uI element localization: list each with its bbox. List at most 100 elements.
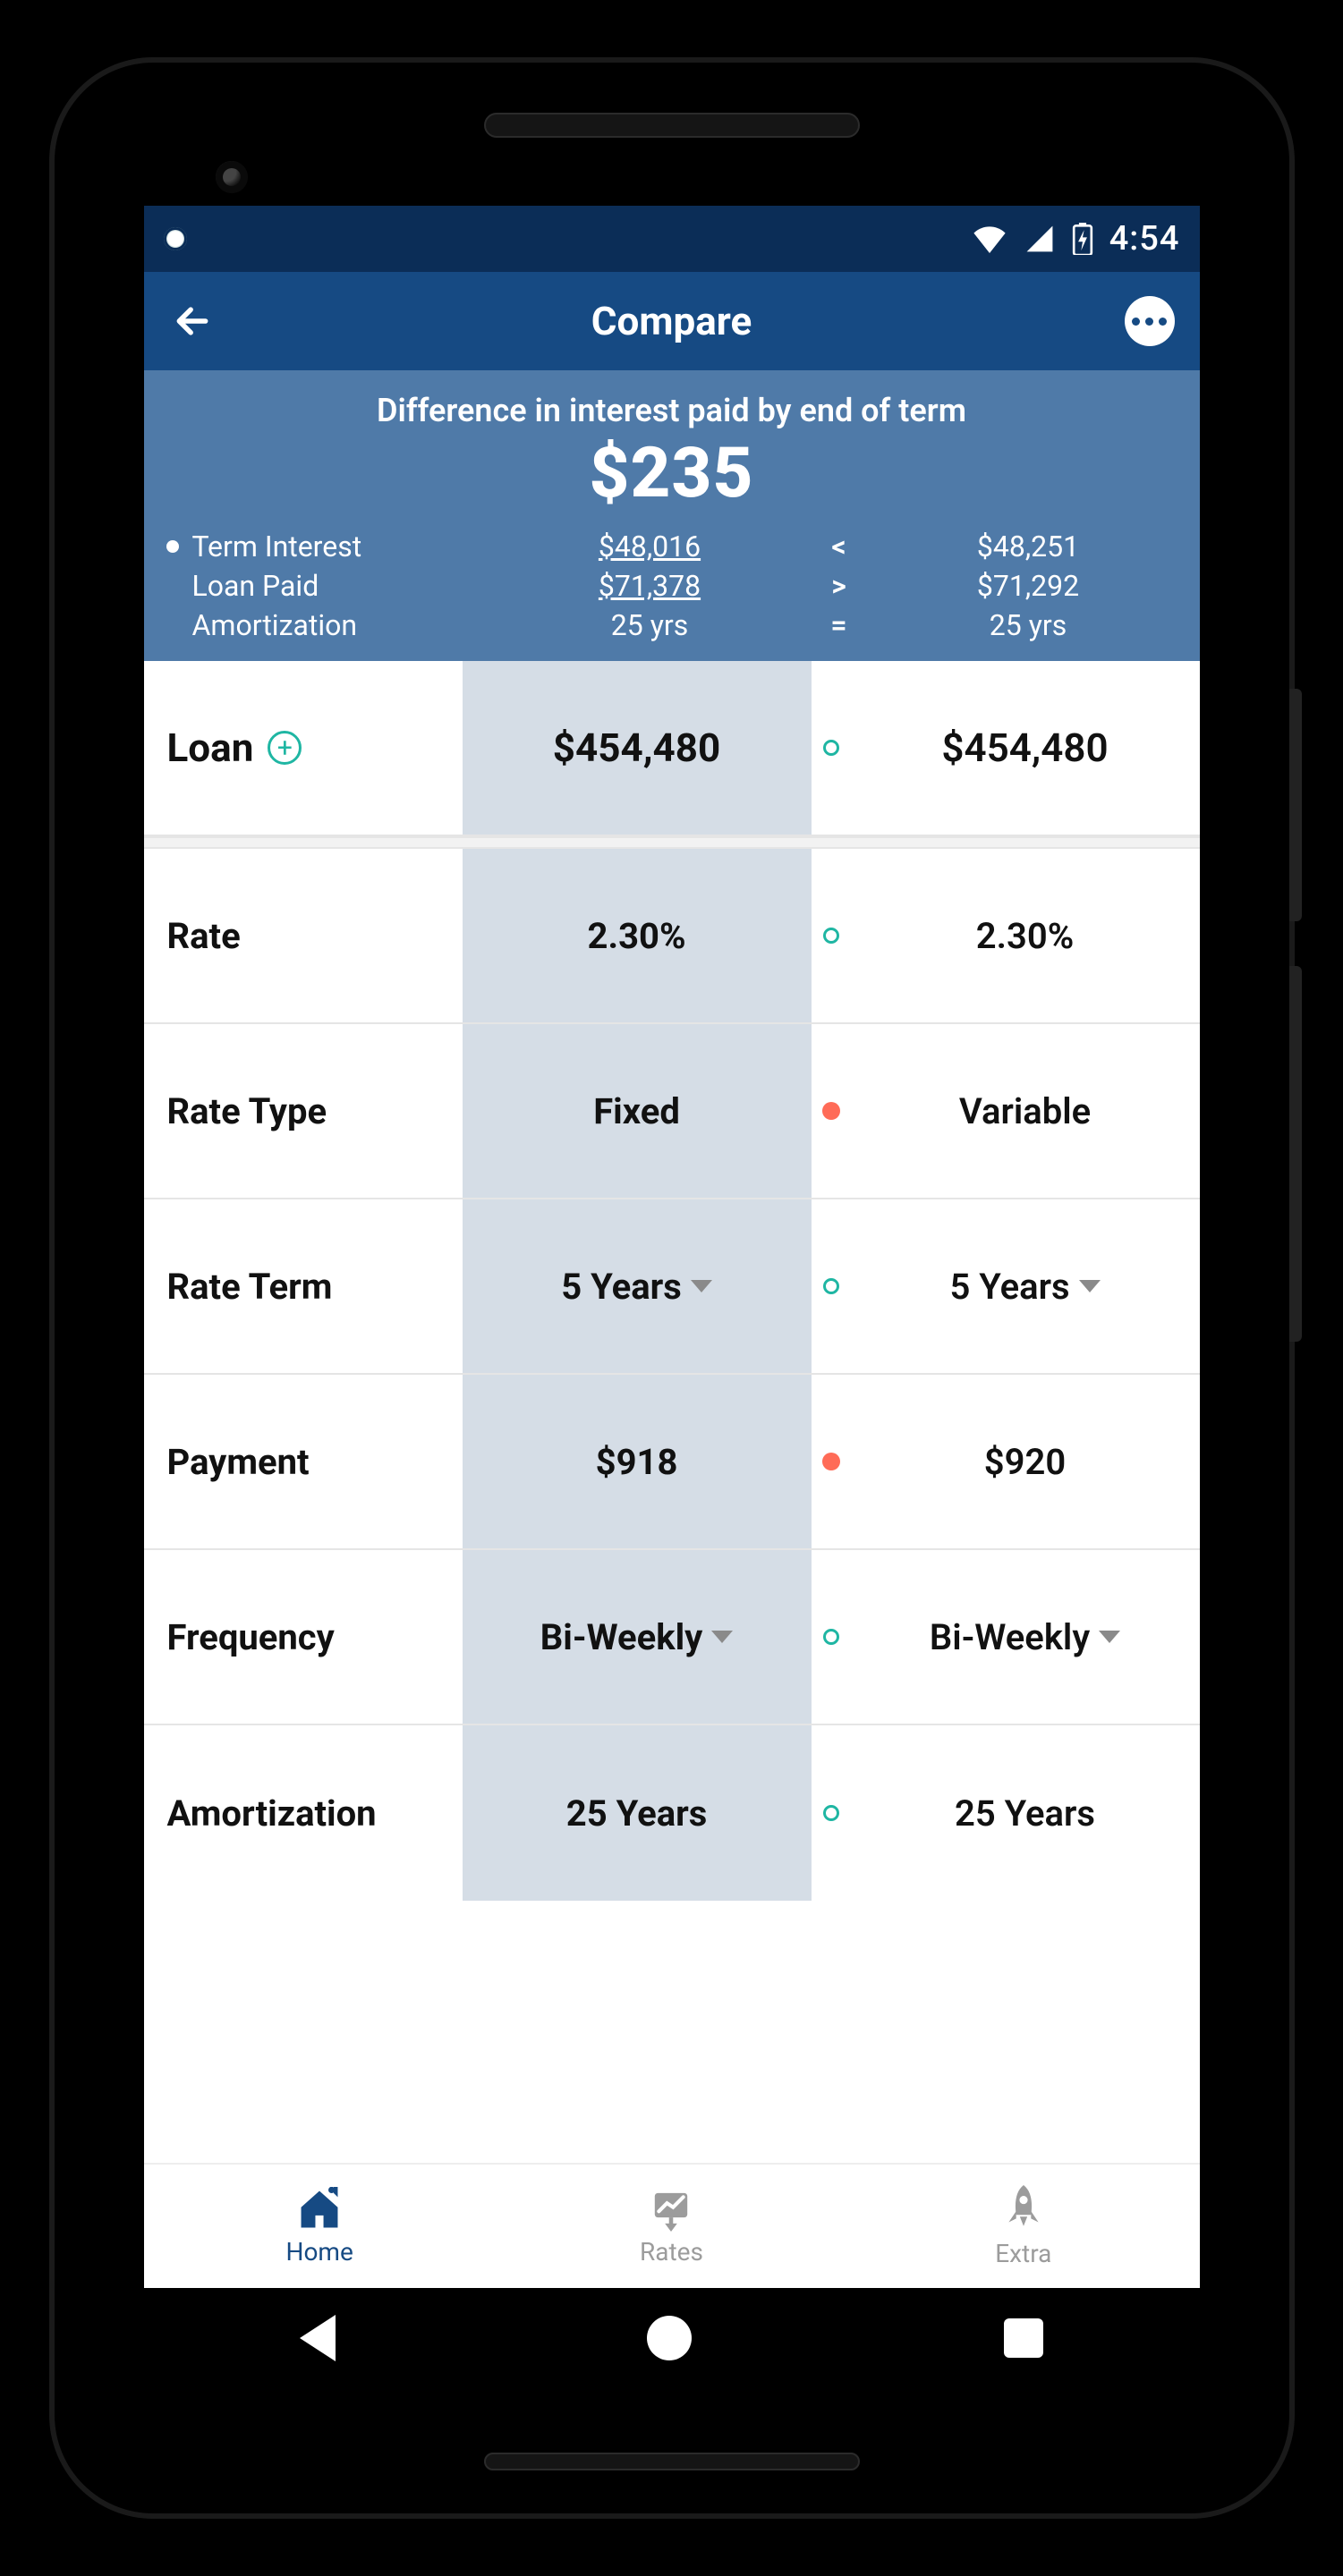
same-icon bbox=[823, 740, 839, 756]
rate-option-a[interactable]: 2.30% bbox=[463, 849, 812, 1022]
different-icon bbox=[822, 1453, 840, 1470]
add-loan-button[interactable]: + bbox=[268, 731, 302, 765]
phone-front-camera bbox=[216, 161, 248, 193]
dots-icon bbox=[1145, 318, 1153, 326]
summary-row-value-b: $71,292 bbox=[866, 569, 1191, 603]
diff-indicator bbox=[812, 740, 851, 756]
home-icon bbox=[294, 2187, 344, 2232]
cell-value: $920 bbox=[984, 1441, 1066, 1483]
phone-bottom-strip bbox=[484, 2453, 860, 2470]
bottom-tabs: Home Rates bbox=[144, 2163, 1200, 2288]
diff-indicator bbox=[812, 1102, 851, 1120]
cell-value: 5 Years bbox=[561, 1266, 682, 1308]
tab-rates[interactable]: Rates bbox=[496, 2165, 847, 2288]
summary-amount: $235 bbox=[153, 433, 1191, 514]
tab-extra[interactable]: Extra bbox=[847, 2165, 1199, 2288]
loan-option-a[interactable]: $454,480 bbox=[463, 661, 812, 835]
same-icon bbox=[823, 1805, 839, 1821]
summary-row-comparator: < bbox=[812, 530, 866, 564]
cell-value: 2.30% bbox=[976, 915, 1074, 957]
row-bullet-icon bbox=[166, 540, 179, 553]
same-icon bbox=[823, 928, 839, 944]
cell-value: Variable bbox=[959, 1090, 1091, 1132]
same-icon bbox=[823, 1629, 839, 1645]
android-recents-button[interactable] bbox=[1004, 2318, 1043, 2358]
diff-indicator bbox=[812, 1453, 851, 1470]
row-label: Rate bbox=[167, 915, 241, 957]
more-menu-button[interactable] bbox=[1125, 296, 1175, 346]
cell-value: 25 Years bbox=[566, 1792, 708, 1835]
rocket-icon bbox=[1003, 2185, 1044, 2233]
cell-value: Fixed bbox=[593, 1090, 680, 1132]
summary-row-value-a: 25 yrs bbox=[488, 608, 812, 642]
android-nav-bar bbox=[144, 2288, 1200, 2388]
row-loan: Loan + $454,480 $454,480 bbox=[144, 661, 1200, 836]
row-label: Rate Term bbox=[167, 1266, 333, 1308]
page-title: Compare bbox=[144, 298, 1200, 344]
cell-value: Bi-Weekly bbox=[930, 1616, 1090, 1658]
rates-icon bbox=[646, 2187, 696, 2232]
row-amortization: Amortization 25 Years 25 Years bbox=[144, 1725, 1200, 1901]
wifi-icon bbox=[972, 225, 1007, 253]
summary-row-value-a[interactable]: $48,016 bbox=[488, 530, 812, 564]
rate-term-select-b[interactable]: 5 Years bbox=[851, 1266, 1200, 1308]
summary-row-label: Amortization bbox=[192, 608, 488, 642]
frequency-select-a[interactable]: Bi-Weekly bbox=[463, 1550, 812, 1724]
summary-row-value-b: 25 yrs bbox=[866, 608, 1191, 642]
row-label: Frequency bbox=[167, 1616, 335, 1658]
amortization-option-a[interactable]: 25 Years bbox=[463, 1725, 812, 1901]
chevron-down-icon bbox=[691, 1280, 712, 1292]
tab-label: Home bbox=[285, 2237, 353, 2267]
summary-row-comparator: > bbox=[812, 569, 866, 603]
summary-row-label: Term Interest bbox=[192, 530, 488, 564]
summary-row-value-a[interactable]: $71,378 bbox=[488, 569, 812, 603]
app-bar: Compare bbox=[144, 272, 1200, 370]
summary-panel: Difference in interest paid by end of te… bbox=[144, 370, 1200, 661]
summary-row-comparator: = bbox=[812, 608, 866, 642]
frequency-select-b[interactable]: Bi-Weekly bbox=[851, 1616, 1200, 1658]
phone-side-button bbox=[1289, 966, 1302, 1342]
summary-row-term-interest[interactable]: Term Interest $48,016 < $48,251 bbox=[153, 527, 1191, 566]
diff-indicator bbox=[812, 1629, 851, 1645]
cell-value: Bi-Weekly bbox=[540, 1616, 703, 1658]
section-divider bbox=[144, 836, 1200, 849]
dots-icon bbox=[1159, 318, 1167, 326]
rate-option-b[interactable]: 2.30% bbox=[851, 915, 1200, 957]
battery-charging-icon bbox=[1072, 223, 1093, 255]
row-rate: Rate 2.30% 2.30% bbox=[144, 849, 1200, 1024]
phone-side-button bbox=[1289, 689, 1302, 921]
phone-earpiece bbox=[484, 113, 860, 138]
cell-value: 25 Years bbox=[955, 1792, 1095, 1835]
cell-value: 5 Years bbox=[949, 1266, 1069, 1308]
cell-value: $454,480 bbox=[941, 724, 1108, 771]
summary-row-amortization[interactable]: Amortization 25 yrs = 25 yrs bbox=[153, 606, 1191, 645]
row-payment: Payment $918 $920 bbox=[144, 1375, 1200, 1550]
dots-icon bbox=[1132, 318, 1140, 326]
status-clock: 4:54 bbox=[1109, 219, 1180, 258]
screen: 4:54 Compare Difference in interest paid… bbox=[144, 206, 1200, 2388]
rate-type-option-a[interactable]: Fixed bbox=[463, 1024, 812, 1198]
android-back-button[interactable] bbox=[300, 2315, 336, 2361]
android-home-button[interactable] bbox=[647, 2316, 692, 2360]
tab-home[interactable]: Home bbox=[144, 2165, 496, 2288]
summary-headline: Difference in interest paid by end of te… bbox=[153, 392, 1191, 429]
rate-term-select-a[interactable]: 5 Years bbox=[463, 1199, 812, 1373]
rate-type-option-b[interactable]: Variable bbox=[851, 1090, 1200, 1132]
different-icon bbox=[822, 1102, 840, 1120]
compare-table: Loan + $454,480 $454,480 Rate 2.30% 2.30… bbox=[144, 661, 1200, 1901]
row-label: Payment bbox=[167, 1441, 310, 1483]
loan-option-b[interactable]: $454,480 bbox=[851, 724, 1200, 771]
summary-row-loan-paid[interactable]: Loan Paid $71,378 > $71,292 bbox=[153, 566, 1191, 606]
row-frequency: Frequency Bi-Weekly Bi-Weekly bbox=[144, 1550, 1200, 1725]
payment-option-a[interactable]: $918 bbox=[463, 1375, 812, 1548]
amortization-option-b[interactable]: 25 Years bbox=[851, 1792, 1200, 1835]
summary-row-value-b: $48,251 bbox=[866, 530, 1191, 564]
back-button[interactable] bbox=[169, 298, 216, 344]
tab-label: Extra bbox=[995, 2239, 1051, 2268]
payment-option-b[interactable]: $920 bbox=[851, 1441, 1200, 1483]
summary-table: Term Interest $48,016 < $48,251 Loan Pai… bbox=[153, 527, 1191, 645]
tab-label: Rates bbox=[640, 2237, 703, 2267]
row-rate-type: Rate Type Fixed Variable bbox=[144, 1024, 1200, 1199]
row-rate-term: Rate Term 5 Years 5 Years bbox=[144, 1199, 1200, 1375]
cell-value: $454,480 bbox=[553, 724, 721, 771]
